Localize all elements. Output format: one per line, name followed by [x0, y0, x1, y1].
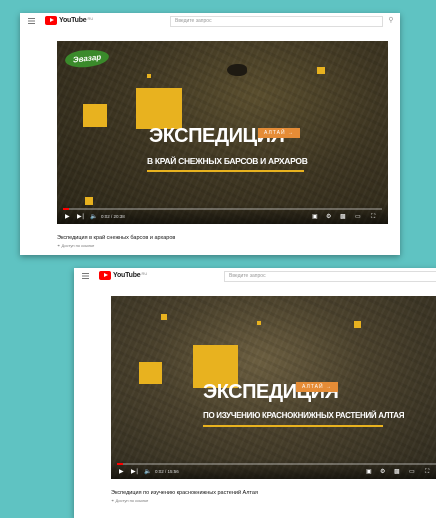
- theater-icon[interactable]: ▭: [409, 468, 415, 476]
- search-icon[interactable]: ⚲: [384, 16, 398, 27]
- top-bar: YouTube RU Введите запрос ⚲: [20, 13, 400, 30]
- deco-square: [139, 362, 162, 384]
- bear-figure: [227, 64, 247, 76]
- deco-square: [354, 321, 361, 328]
- search-input[interactable]: Введите запрос: [170, 16, 383, 27]
- next-icon[interactable]: ▶∣: [131, 468, 139, 476]
- youtube-logo-icon: [99, 271, 111, 280]
- menu-icon[interactable]: [28, 18, 35, 24]
- video-visibility: ⚭ Доступ по ссылке: [57, 243, 94, 248]
- deco-square: [161, 314, 167, 320]
- settings-icon[interactable]: ⚙: [326, 213, 331, 221]
- next-icon[interactable]: ▶∣: [77, 213, 85, 221]
- video-tag: АЛТАЙ →: [258, 128, 300, 138]
- deco-square: [257, 321, 261, 325]
- logo-region: RU: [141, 271, 148, 276]
- play-icon[interactable]: ▶: [65, 213, 70, 221]
- volume-icon[interactable]: 🔈: [90, 213, 97, 221]
- logo-text: YouTube: [59, 17, 87, 24]
- logo-text: YouTube: [113, 272, 141, 279]
- youtube-logo[interactable]: YouTube RU: [45, 16, 93, 25]
- youtube-logo[interactable]: YouTube RU: [99, 271, 147, 280]
- youtube-screenshot-2: YouTube RU Введите запрос ЭКСПЕДИЦИЯ АЛТ…: [74, 268, 436, 518]
- player-controls: ▶ ▶∣ 🔈 0:02 / 15:56 ▣ ⚙ ▩ ▭ ⛶: [111, 459, 436, 479]
- visibility-label: Доступ по ссылке: [115, 498, 149, 503]
- player-controls: ▶ ▶∣ 🔈 0:02 / 20:38 ▣ ⚙ ▩ ▭ ⛶: [57, 204, 388, 224]
- subtitle-underline: [147, 170, 304, 172]
- deco-square: [83, 104, 107, 127]
- video-player[interactable]: Эвазар ЭКСПЕДИЦИЯ АЛТАЙ → В КРАЙ СНЕЖНЫХ…: [57, 41, 388, 224]
- top-bar: YouTube RU Введите запрос: [74, 268, 436, 285]
- settings-icon[interactable]: ⚙: [380, 468, 385, 476]
- fullscreen-icon[interactable]: ⛶: [425, 468, 429, 476]
- subtitles-icon[interactable]: ▣: [366, 468, 372, 476]
- menu-icon[interactable]: [82, 273, 89, 279]
- miniplayer-icon[interactable]: ▩: [340, 213, 346, 221]
- deco-square: [147, 74, 151, 78]
- volume-icon[interactable]: 🔈: [144, 468, 151, 476]
- visibility-label: Доступ по ссылке: [61, 243, 95, 248]
- subtitle-underline: [203, 425, 383, 427]
- video-visibility: ⚭ Доступ по ссылке: [111, 498, 148, 503]
- video-player[interactable]: ЭКСПЕДИЦИЯ АЛТАЙ → ПО ИЗУЧЕНИЮ КРАСНОКНИ…: [111, 296, 436, 479]
- video-tag: АЛТАЙ →: [296, 382, 338, 392]
- deco-square: [317, 67, 325, 74]
- progress-bar[interactable]: [63, 208, 382, 210]
- theater-icon[interactable]: ▭: [355, 213, 361, 221]
- youtube-logo-icon: [45, 16, 57, 25]
- video-title: Экспедиция по изучению краснокнижных рас…: [111, 490, 258, 496]
- deco-square: [136, 88, 182, 129]
- logo-region: RU: [87, 16, 94, 21]
- video-subtitle: В КРАЙ СНЕЖНЫХ БАРСОВ И АРХАРОВ: [147, 156, 308, 166]
- youtube-screenshot-1: YouTube RU Введите запрос ⚲ Эвазар ЭКСПЕ…: [20, 13, 400, 255]
- miniplayer-icon[interactable]: ▩: [394, 468, 400, 476]
- play-icon[interactable]: ▶: [119, 468, 124, 476]
- search-input[interactable]: Введите запрос: [224, 271, 436, 282]
- fullscreen-icon[interactable]: ⛶: [371, 213, 375, 221]
- video-subtitle: ПО ИЗУЧЕНИЮ КРАСНОКНИЖНЫХ РАСТЕНИЙ АЛТАЯ: [203, 411, 405, 420]
- progress-bar[interactable]: [117, 463, 436, 465]
- progress-fill: [63, 208, 70, 210]
- video-title: Экспедиция в край снежных барсов и архар…: [57, 235, 176, 241]
- time-display: 0:02 / 20:38: [101, 214, 125, 219]
- subtitles-icon[interactable]: ▣: [312, 213, 318, 221]
- time-display: 0:02 / 15:56: [155, 469, 179, 474]
- progress-fill: [117, 463, 124, 465]
